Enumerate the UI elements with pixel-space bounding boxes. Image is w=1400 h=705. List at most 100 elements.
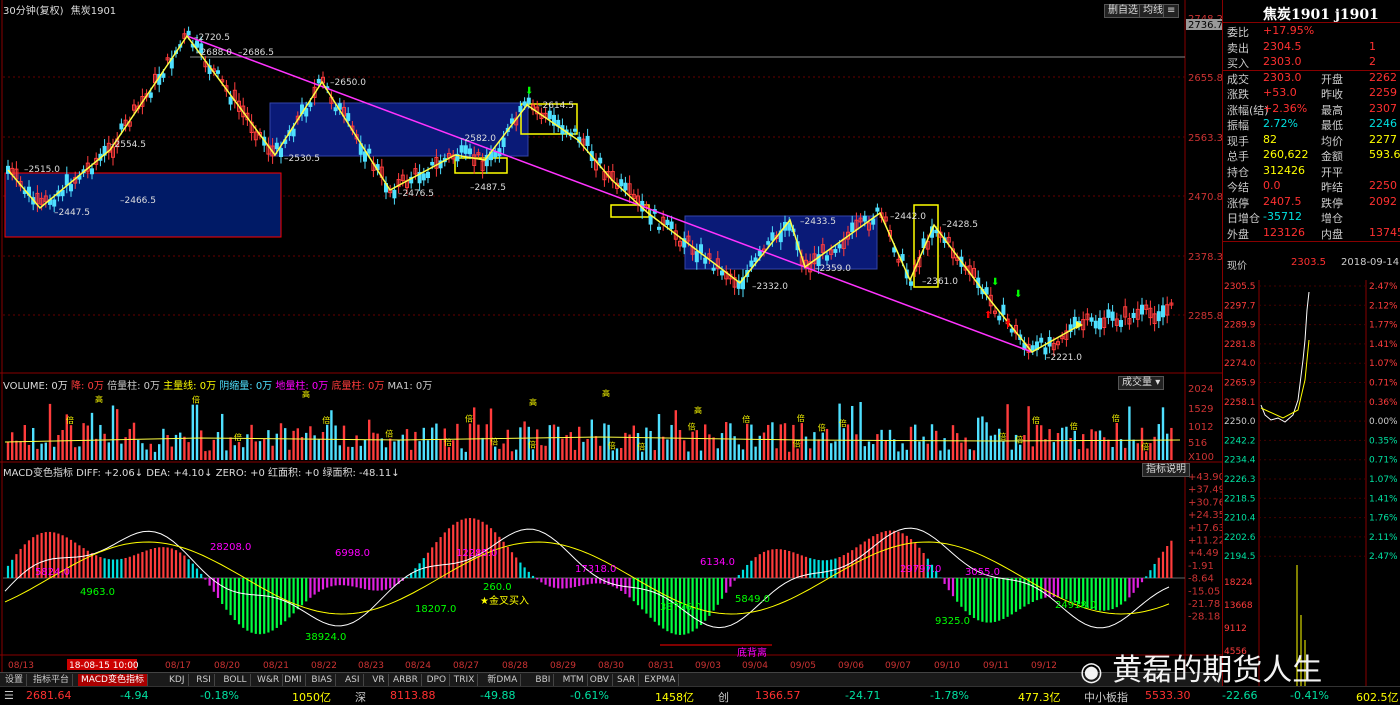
quote-row: 持仓 312426 开平 <box>1223 164 1400 180</box>
wave-label: –2554.5 <box>110 140 146 150</box>
mini-left-tick: 2226.3 <box>1224 475 1256 485</box>
volume-bar <box>830 443 833 460</box>
indicator-tab[interactable]: DMI <box>281 674 306 686</box>
intraday-mini-chart[interactable]: 2305.5 2.47% 2297.7 2.12% 2289.9 1.77% 2281.8 1… <box>1223 280 1400 690</box>
macd-area-label: 6134.0 <box>700 557 735 568</box>
indicator-tab[interactable]: 新DMA <box>484 674 522 686</box>
volume-bar <box>863 446 866 460</box>
indicator-tab[interactable]: BOLL <box>220 674 251 686</box>
indicator-tab[interactable]: ARBR <box>390 674 422 686</box>
index1-pct: -0.18% <box>200 689 239 702</box>
range-box <box>269 102 529 157</box>
indicator-help-button[interactable]: 指标说明 <box>1142 463 1190 477</box>
candle-body <box>463 145 468 154</box>
candle-body <box>421 173 426 181</box>
candle-body <box>547 110 552 120</box>
mini-right-tick: 2.47% <box>1369 282 1398 292</box>
mini-left-tick: 2218.5 <box>1224 494 1256 504</box>
remove-watchlist-button[interactable]: 删自选 <box>1104 4 1142 18</box>
volume-bar <box>578 426 581 460</box>
indicator-tab[interactable]: SAR <box>614 674 640 686</box>
volume-marker: 倍 <box>322 415 330 425</box>
volume-bar <box>1166 433 1169 460</box>
volume-bar <box>531 449 535 460</box>
wave-label: –2515.0 <box>24 165 60 175</box>
mini-right-tick: 1.07% <box>1369 475 1398 485</box>
indicator-tab[interactable]: MACD变色指标 <box>78 674 148 686</box>
candle-body <box>1110 311 1115 321</box>
menu-button[interactable]: ≡ <box>1163 4 1180 18</box>
volume-bar <box>611 450 614 460</box>
kline-chart-area[interactable]: 2748.22736.72655.82563.32470.82378.32285… <box>0 0 1222 705</box>
indicator-tab[interactable]: MTM <box>560 674 588 686</box>
volume-bar <box>1136 443 1139 460</box>
indicator-tab[interactable]: BIAS <box>308 674 337 686</box>
volume-bar <box>838 403 841 460</box>
quote-row: 今结 0.0 昨结 2250 <box>1223 179 1400 195</box>
candle-body <box>711 267 716 271</box>
volume-bar <box>603 423 606 460</box>
up-arrow-icon: ⬆ <box>1004 319 1012 330</box>
indicator-tab[interactable]: KDJ <box>166 674 189 686</box>
quote-value: 2407.5 <box>1263 194 1302 208</box>
candle-body <box>598 157 603 164</box>
candle-body <box>1030 345 1035 351</box>
volume-marker: 倍 <box>1015 435 1023 445</box>
quote-label: 昨收 <box>1321 88 1343 101</box>
candle-body <box>749 260 754 267</box>
volume-bar <box>1170 427 1173 460</box>
mini-right-tick: 0.00% <box>1369 417 1398 427</box>
quote-row: 日增仓 -35712 增仓 <box>1223 210 1400 226</box>
indicator-tab[interactable]: OBV <box>587 674 613 686</box>
volume-bar <box>111 405 115 460</box>
volume-marker: 倍 <box>998 431 1006 441</box>
mini-right-tick: 0.71% <box>1369 456 1398 466</box>
indicator-tab[interactable]: 设置 <box>2 674 28 686</box>
zxb-change: -22.66 <box>1222 689 1258 702</box>
volume-bar <box>716 448 719 460</box>
volume-bar <box>481 437 484 460</box>
quote-label: 持仓 <box>1227 165 1249 179</box>
indicator-tab[interactable]: 指标平台 <box>30 674 74 686</box>
volume-bar <box>384 447 388 460</box>
indicator-tab[interactable]: EXPMA <box>641 674 680 686</box>
candle-body <box>1072 316 1077 328</box>
chuang-label: 创 <box>718 691 729 704</box>
volume-bar <box>187 442 190 460</box>
volume-bar <box>1128 406 1131 460</box>
volume-bar <box>389 438 392 460</box>
volume-bar <box>1132 439 1135 460</box>
volume-bar <box>410 449 413 460</box>
indicator-tab[interactable]: W&R <box>254 674 284 686</box>
date-label: 08/28 <box>502 661 528 671</box>
settings-icon[interactable]: ☰ <box>4 689 14 702</box>
indicator-tab[interactable]: TRIX <box>451 674 479 686</box>
volume-bar <box>460 448 463 460</box>
candle-body <box>333 107 338 112</box>
volume-bar <box>317 439 320 460</box>
macd-tick: +11.22 <box>1188 536 1222 547</box>
quote-label: 成交 <box>1227 72 1249 86</box>
candle-body <box>119 123 124 130</box>
price-tick: 2470.8 <box>1188 192 1222 203</box>
volume-bar <box>767 424 770 460</box>
indicator-tab[interactable]: ASI <box>342 674 364 686</box>
volume-bar <box>342 425 346 460</box>
kline-chart-svg[interactable]: 2748.22736.72655.82563.32470.82378.32285… <box>0 0 1222 672</box>
quote-row: 涨跌 +53.0 昨收 2259 <box>1223 86 1400 102</box>
volume-bar <box>821 432 824 460</box>
volume-bar <box>376 433 379 460</box>
indicator-tab[interactable]: RSI <box>193 674 215 686</box>
volume-bar <box>620 447 623 460</box>
indicator-tab[interactable]: BBI <box>532 674 555 686</box>
quote-value: 2262 <box>1369 70 1397 84</box>
volume-indicator-dropdown[interactable]: 成交量 ▾ <box>1118 376 1165 390</box>
volume-legend-item: 主量线: 0万 <box>160 381 217 392</box>
volume-bar <box>754 446 757 460</box>
candle-body <box>1156 311 1161 322</box>
indicator-tab[interactable]: VR <box>369 674 389 686</box>
shen-amount: 1458亿 <box>655 691 694 704</box>
volume-bar <box>909 426 913 460</box>
volume-legend: VOLUME: 0万 降: 0万 倍量柱: 0万 主量线: 0万 阴缩量: 0万… <box>3 377 432 392</box>
indicator-tab[interactable]: DPO <box>424 674 451 686</box>
